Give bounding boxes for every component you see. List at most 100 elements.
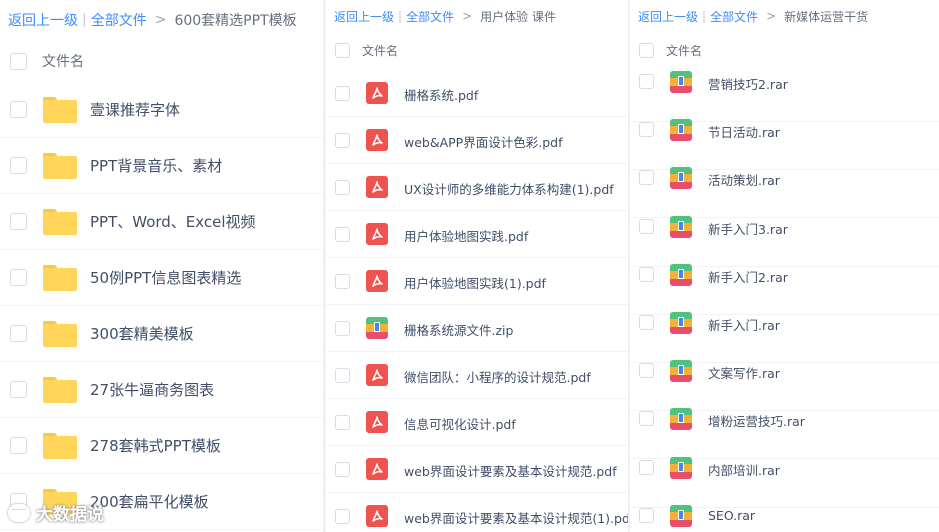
file-name[interactable]: 微信团队：小程序的设计规范.pdf <box>404 367 591 386</box>
list-item[interactable]: web&APP界面设计色彩.pdf <box>326 117 628 164</box>
list-item[interactable]: 栅格系统源文件.zip <box>326 305 628 352</box>
row-checkbox[interactable] <box>639 218 654 234</box>
file-name[interactable]: 300套精美模板 <box>90 323 194 344</box>
list-item[interactable]: 278套韩式PPT模板 <box>0 418 323 474</box>
column-filename[interactable]: 文件名 <box>666 42 702 59</box>
list-item[interactable]: 50例PPT信息图表精选 <box>0 250 323 306</box>
list-item[interactable]: 27张牛逼商务图表 <box>0 362 323 418</box>
file-name[interactable]: 内部培训.rar <box>708 460 780 479</box>
list-item[interactable]: 用户体验地图实践.pdf <box>326 211 628 258</box>
row-checkbox[interactable] <box>10 325 27 342</box>
all-files-link[interactable]: 全部文件 <box>406 8 454 25</box>
list-item[interactable]: 壹课推荐字体 <box>0 82 323 138</box>
file-name[interactable]: UX设计师的多维能力体系构建(1).pdf <box>404 179 614 198</box>
row-checkbox[interactable] <box>335 368 350 383</box>
file-name[interactable]: web界面设计要素及基本设计规范(1).pdf <box>404 508 628 527</box>
list-item[interactable]: 内部培训.rar <box>630 456 939 508</box>
row-checkbox[interactable] <box>335 462 350 477</box>
list-item[interactable]: 新手入门2.rar <box>630 263 939 315</box>
file-name[interactable]: 节日活动.rar <box>708 122 780 141</box>
file-name[interactable]: SEO.rar <box>708 508 755 523</box>
column-filename[interactable]: 文件名 <box>362 42 398 59</box>
file-name[interactable]: 新手入门3.rar <box>708 219 788 238</box>
row-checkbox[interactable] <box>335 509 350 524</box>
back-link[interactable]: 返回上一级 <box>8 10 78 30</box>
list-item[interactable]: PPT背景音乐、素材 <box>0 138 323 194</box>
list-item[interactable]: 新手入门3.rar <box>630 215 939 267</box>
select-all-checkbox[interactable] <box>10 53 27 70</box>
folder-icon <box>43 265 77 291</box>
file-name[interactable]: 文案写作.rar <box>708 363 780 382</box>
file-name[interactable]: 27张牛逼商务图表 <box>90 379 214 400</box>
row-checkbox[interactable] <box>335 86 350 101</box>
row-checkbox[interactable] <box>10 269 27 286</box>
list-item[interactable]: 营销技巧2.rar <box>630 71 939 122</box>
file-name[interactable]: 278套韩式PPT模板 <box>90 435 221 456</box>
list-item[interactable]: 用户体验地图实践(1).pdf <box>326 258 628 305</box>
list-item[interactable]: 微信团队：小程序的设计规范.pdf <box>326 352 628 399</box>
select-all-checkbox[interactable] <box>335 43 350 58</box>
file-name[interactable]: PPT、Word、Excel视频 <box>90 211 256 232</box>
list-item[interactable]: 新手入门.rar <box>630 312 939 363</box>
list-item[interactable]: 300套精美模板 <box>0 306 323 362</box>
file-name[interactable]: 活动策划.rar <box>708 170 780 189</box>
list-item[interactable]: 增粉运营技巧.rar <box>630 408 939 460</box>
file-name[interactable]: 50例PPT信息图表精选 <box>90 267 241 288</box>
row-checkbox[interactable] <box>639 459 654 475</box>
file-name[interactable]: 新手入门.rar <box>708 315 780 334</box>
list-item[interactable]: 节日活动.rar <box>630 119 939 171</box>
row-checkbox[interactable] <box>639 74 654 89</box>
file-name[interactable]: 信息可视化设计.pdf <box>404 414 516 433</box>
list-item[interactable]: SEO.rar <box>630 504 939 532</box>
file-name[interactable]: PPT背景音乐、素材 <box>90 155 222 176</box>
row-checkbox[interactable] <box>335 415 350 430</box>
row-checkbox[interactable] <box>10 101 27 118</box>
file-name[interactable]: 用户体验地图实践(1).pdf <box>404 273 546 292</box>
file-name[interactable]: 用户体验地图实践.pdf <box>404 226 528 245</box>
row-checkbox[interactable] <box>10 381 27 398</box>
file-name[interactable]: 栅格系统源文件.zip <box>404 320 513 339</box>
row-checkbox[interactable] <box>639 122 654 138</box>
select-all-checkbox[interactable] <box>639 43 654 58</box>
row-checkbox[interactable] <box>335 133 350 148</box>
row-checkbox[interactable] <box>639 411 654 427</box>
row-checkbox[interactable] <box>335 227 350 242</box>
list-item[interactable]: 栅格系统.pdf <box>326 70 628 117</box>
row-checkbox[interactable] <box>335 274 350 289</box>
row-checkbox[interactable] <box>639 363 654 379</box>
row-checkbox[interactable] <box>10 157 27 174</box>
row-checkbox[interactable] <box>639 170 654 186</box>
list-item[interactable]: web界面设计要素及基本设计规范(1).pdf <box>326 493 628 532</box>
watermark: 大数据说 <box>8 500 104 525</box>
row-checkbox[interactable] <box>639 315 654 330</box>
row-checkbox[interactable] <box>335 180 350 195</box>
zip-file-icon <box>366 317 388 339</box>
row-checkbox[interactable] <box>335 321 350 336</box>
file-name[interactable]: 壹课推荐字体 <box>90 99 180 120</box>
current-folder: 新媒体运营干货 <box>784 9 869 24</box>
file-name[interactable]: web&APP界面设计色彩.pdf <box>404 132 562 151</box>
file-name[interactable]: 营销技巧2.rar <box>708 74 788 93</box>
back-link[interactable]: 返回上一级 <box>638 8 698 25</box>
file-name[interactable]: web界面设计要素及基本设计规范.pdf <box>404 461 617 480</box>
list-item[interactable]: PPT、Word、Excel视频 <box>0 194 323 250</box>
file-name[interactable]: 增粉运营技巧.rar <box>708 411 805 430</box>
rar-archive-icon <box>670 360 692 383</box>
row-checkbox[interactable] <box>639 507 654 523</box>
file-name[interactable]: 栅格系统.pdf <box>404 85 478 104</box>
all-files-link[interactable]: 全部文件 <box>710 8 758 25</box>
file-name[interactable]: 200套扁平化模板 <box>90 491 209 512</box>
row-checkbox[interactable] <box>10 437 27 454</box>
list-item[interactable]: web界面设计要素及基本设计规范.pdf <box>326 446 628 493</box>
row-checkbox[interactable] <box>10 213 27 230</box>
list-header: 文件名 <box>630 38 939 62</box>
list-item[interactable]: UX设计师的多维能力体系构建(1).pdf <box>326 164 628 211</box>
file-name[interactable]: 新手入门2.rar <box>708 267 788 286</box>
list-item[interactable]: 文案写作.rar <box>630 360 939 412</box>
all-files-link[interactable]: 全部文件 <box>91 10 147 30</box>
column-filename[interactable]: 文件名 <box>42 51 84 71</box>
list-item[interactable]: 信息可视化设计.pdf <box>326 399 628 446</box>
list-item[interactable]: 活动策划.rar <box>630 167 939 219</box>
row-checkbox[interactable] <box>639 266 654 282</box>
back-link[interactable]: 返回上一级 <box>334 8 394 25</box>
